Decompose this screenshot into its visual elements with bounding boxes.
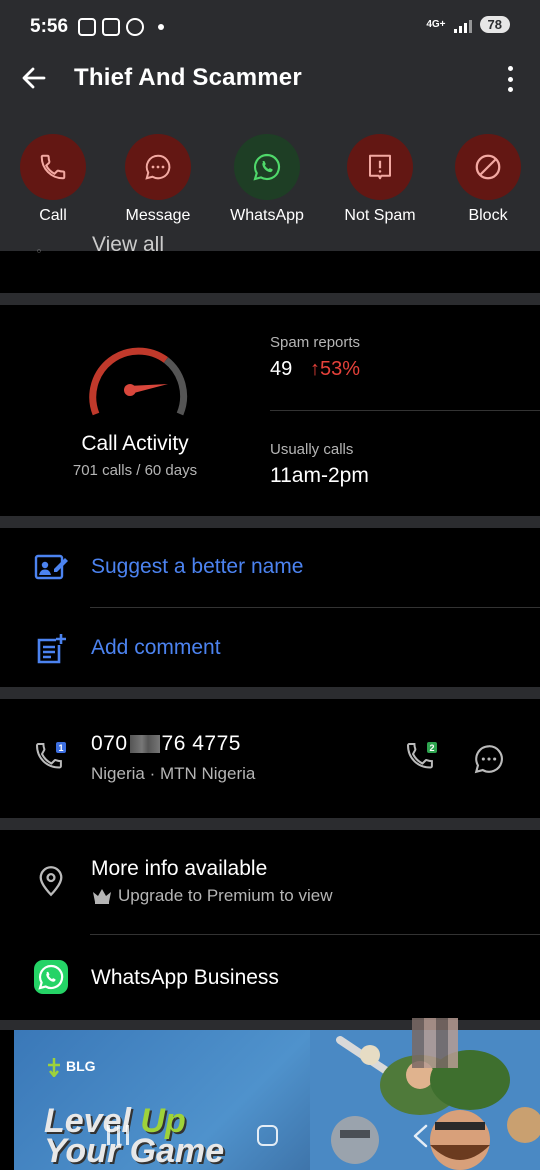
whatsapp-business-icon bbox=[34, 960, 68, 994]
add-comment-link[interactable]: Add comment bbox=[91, 636, 221, 660]
gallery-notification-icon bbox=[78, 18, 96, 36]
pixelated-face bbox=[412, 1018, 458, 1068]
action-bar: Call Message WhatsApp Not Spam Block bbox=[0, 134, 540, 234]
call-label: Call bbox=[39, 207, 67, 224]
recent-apps-icon[interactable] bbox=[107, 1125, 129, 1145]
block-button[interactable]: Block bbox=[433, 134, 540, 225]
network-type: 4G+ bbox=[426, 18, 446, 30]
ad-brand: BLG bbox=[66, 1058, 96, 1074]
usually-calls-label: Usually calls bbox=[270, 441, 354, 458]
block-icon bbox=[475, 154, 501, 180]
sim2-badge: 2 bbox=[429, 743, 434, 753]
activity-divider bbox=[270, 410, 540, 411]
back-arrow-icon[interactable] bbox=[20, 64, 48, 92]
system-status: 4G+ 78 bbox=[426, 16, 510, 33]
whatsapp-business-label: WhatsApp Business bbox=[91, 966, 279, 989]
not-spam-label: Not Spam bbox=[344, 207, 416, 224]
message-label: Message bbox=[125, 207, 191, 224]
usually-calls-value: 11am-2pm bbox=[270, 464, 369, 487]
call-activity-subtitle: 701 calls / 60 days bbox=[72, 462, 198, 479]
suggest-name-link[interactable]: Suggest a better name bbox=[91, 555, 303, 579]
screenshot-notification-icon bbox=[102, 18, 120, 36]
status-time: 5:56 bbox=[30, 16, 69, 37]
not-spam-button[interactable]: Not Spam bbox=[325, 134, 435, 225]
redacted-digits bbox=[129, 735, 160, 754]
message-button[interactable]: Message bbox=[103, 134, 213, 225]
block-label: Block bbox=[468, 207, 508, 224]
notification-icons bbox=[78, 18, 164, 36]
crown-icon bbox=[93, 889, 111, 904]
report-icon bbox=[369, 154, 391, 180]
contact-header: Thief And Scammer Call Message WhatsApp … bbox=[0, 56, 540, 251]
sim1-call-icon[interactable]: 1 bbox=[34, 740, 70, 776]
phone-number-prefix: 070 bbox=[91, 732, 128, 755]
whatsapp-button[interactable]: WhatsApp bbox=[212, 134, 322, 225]
row-divider bbox=[90, 934, 540, 935]
chevron-down-circle-icon[interactable] bbox=[37, 236, 67, 266]
spam-reports-label: Spam reports bbox=[270, 334, 361, 351]
status-bar: 5:56 4G+ 78 bbox=[0, 0, 540, 56]
add-comment-row[interactable]: Add comment bbox=[0, 608, 540, 688]
section-divider bbox=[0, 818, 540, 830]
more-info-title[interactable]: More info available bbox=[91, 857, 267, 881]
edit-contact-icon bbox=[34, 554, 68, 580]
chat-bubble-icon bbox=[145, 154, 171, 180]
section-divider bbox=[0, 687, 540, 699]
spam-reports-value: 49 bbox=[270, 358, 293, 380]
back-nav-icon[interactable] bbox=[410, 1124, 432, 1148]
phone-carrier: Nigeria · MTN Nigeria bbox=[91, 764, 256, 783]
contact-name: Thief And Scammer bbox=[74, 64, 302, 91]
battery-level: 78 bbox=[479, 16, 510, 33]
section-divider bbox=[0, 293, 540, 305]
view-all-link[interactable]: View all bbox=[92, 236, 164, 264]
location-pin-icon bbox=[39, 866, 63, 897]
upgrade-premium-text[interactable]: Upgrade to Premium to view bbox=[118, 886, 332, 906]
suggest-name-row[interactable]: Suggest a better name bbox=[0, 528, 540, 608]
more-notifications-dot-icon bbox=[158, 24, 164, 30]
section-divider bbox=[0, 1020, 540, 1030]
spam-reports-trend: ↑53% bbox=[310, 358, 361, 380]
phone-icon bbox=[40, 154, 66, 180]
blg-logo-icon bbox=[48, 1058, 60, 1077]
sim1-badge: 1 bbox=[58, 743, 63, 753]
call-activity-title: Call Activity bbox=[81, 432, 189, 455]
home-icon[interactable] bbox=[257, 1125, 278, 1146]
whatsapp-icon bbox=[253, 153, 281, 181]
call-button[interactable]: Call bbox=[0, 134, 108, 225]
sim2-call-icon[interactable]: 2 bbox=[405, 740, 441, 776]
whatsapp-notification-icon bbox=[126, 18, 144, 36]
signal-icon bbox=[453, 17, 472, 33]
phone-number-suffix: 76 4775 bbox=[161, 732, 241, 755]
add-comment-icon bbox=[37, 634, 66, 664]
phone-number: 070 76 4775 bbox=[91, 732, 241, 756]
message-number-icon[interactable] bbox=[472, 742, 506, 776]
more-options-icon[interactable] bbox=[506, 66, 514, 92]
whatsapp-label: WhatsApp bbox=[230, 207, 304, 224]
section-divider bbox=[0, 516, 540, 528]
call-activity-gauge-icon bbox=[89, 347, 188, 416]
